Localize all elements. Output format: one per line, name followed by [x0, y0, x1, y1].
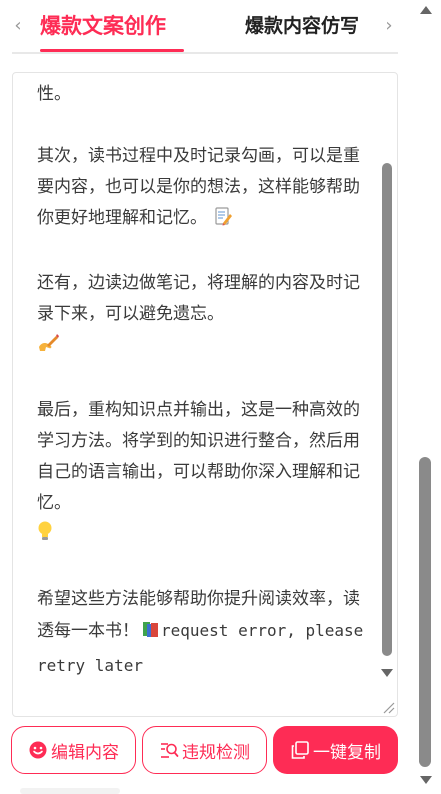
text-area-scroll-down-icon[interactable] — [381, 669, 393, 677]
tab-scroll-right-icon[interactable]: › — [381, 14, 397, 38]
paragraph-3: 最后，重构知识点并输出，这是一种高效的学习方法。将学到的知识进行整合，然后用自己… — [37, 400, 360, 513]
writing-hand-icon — [37, 333, 59, 364]
one-click-copy-button[interactable]: 一键复制 — [273, 726, 398, 774]
paragraph-0: 性。 — [37, 84, 71, 104]
page-scrollbar[interactable] — [418, 0, 434, 794]
books-icon — [141, 619, 161, 650]
paragraph-2: 还有，边读边做笔记，将理解的内容及时记录下来，可以避免遗忘。 — [37, 273, 360, 324]
generated-text-area[interactable]: 性。 其次，读书过程中及时记录勾画，可以是重要内容，也可以是你的想法，这样能够帮… — [12, 72, 398, 717]
tabs-divider — [12, 52, 398, 54]
copy-icon — [290, 740, 310, 760]
tab-bar: ‹ 爆款文案创作 爆款内容仿写 › — [0, 0, 420, 56]
smile-icon — [28, 740, 48, 760]
generated-text: 性。 其次，读书过程中及时记录勾画，可以是重要内容，也可以是你的想法，这样能够帮… — [37, 79, 365, 682]
one-click-copy-label: 一键复制 — [313, 742, 381, 763]
resize-handle-icon[interactable] — [381, 700, 395, 714]
tab-viral-copywriting[interactable]: 爆款文案创作 — [40, 10, 166, 42]
light-bulb-icon — [37, 520, 53, 553]
paragraph-1: 其次，读书过程中及时记录勾画，可以是重要内容，也可以是你的想法，这样能够帮助你更… — [37, 146, 360, 228]
edit-content-button[interactable]: 编辑内容 — [11, 726, 136, 774]
page-scroll-down-icon[interactable] — [420, 776, 432, 784]
page-scroll-up-icon[interactable] — [420, 6, 432, 14]
violation-check-label: 违规检测 — [182, 742, 250, 763]
tab-scroll-left-icon[interactable]: ‹ — [10, 14, 26, 38]
text-area-scrollbar[interactable] — [377, 73, 397, 683]
tab-viral-content-rewrite[interactable]: 爆款内容仿写 — [245, 10, 359, 42]
inspect-icon — [159, 740, 179, 760]
page-scroll-thumb[interactable] — [419, 457, 431, 767]
text-area-scroll-thumb[interactable] — [382, 163, 392, 656]
edit-content-label: 编辑内容 — [51, 742, 119, 763]
bottom-partial-element — [20, 788, 120, 794]
violation-check-button[interactable]: 违规检测 — [142, 726, 267, 774]
memo-icon — [213, 206, 233, 237]
